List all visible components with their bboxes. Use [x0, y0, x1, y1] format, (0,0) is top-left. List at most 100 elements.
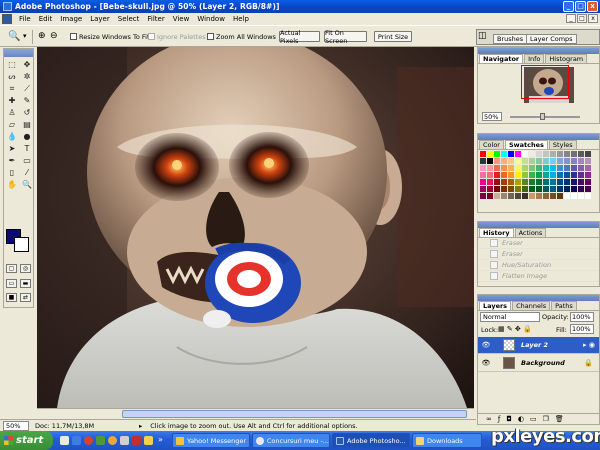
color-swatch[interactable] — [501, 179, 507, 185]
print-size-button[interactable]: Print Size — [374, 31, 412, 42]
firefox-icon[interactable] — [108, 436, 117, 445]
color-swatch[interactable] — [480, 165, 486, 171]
horizontal-scrollbar-thumb[interactable] — [122, 410, 467, 418]
layer-row-background[interactable]: 👁 Background 🔒 — [478, 355, 599, 372]
slice-tool-icon[interactable]: ⟋ — [20, 83, 34, 94]
color-swatch[interactable] — [487, 186, 493, 192]
tab-navigator[interactable]: Navigator — [479, 54, 524, 63]
color-swatch[interactable] — [550, 158, 556, 164]
folder-icon[interactable] — [144, 436, 153, 445]
color-swatch[interactable] — [543, 172, 549, 178]
close-button[interactable]: x — [587, 1, 598, 12]
color-swatch[interactable] — [564, 151, 570, 157]
color-swatch[interactable] — [508, 165, 514, 171]
color-swatch[interactable] — [543, 151, 549, 157]
color-swatch[interactable] — [543, 165, 549, 171]
eraser-tool-icon[interactable]: ▱ — [5, 119, 19, 130]
color-swatch[interactable] — [536, 179, 542, 185]
tab-actions[interactable]: Actions — [514, 228, 547, 237]
quicklaunch-more-icon[interactable]: » — [158, 435, 163, 444]
color-swatch[interactable] — [529, 165, 535, 171]
fit-on-screen-button[interactable]: Fit On Screen — [324, 29, 367, 45]
color-swatch[interactable] — [508, 158, 514, 164]
color-swatch[interactable] — [529, 186, 535, 192]
palette-well-icon[interactable]: ◫ — [478, 30, 487, 43]
color-swatch[interactable] — [585, 193, 591, 199]
color-swatch[interactable] — [515, 172, 521, 178]
color-swatch[interactable] — [564, 186, 570, 192]
doc-maximize-button[interactable]: □ — [577, 14, 587, 23]
color-swatch[interactable] — [494, 186, 500, 192]
ignore-palettes-checkbox[interactable] — [148, 33, 155, 40]
color-swatch[interactable] — [529, 158, 535, 164]
menu-file[interactable]: File — [15, 15, 35, 23]
trash-icon[interactable]: 🗑 — [555, 415, 564, 423]
eye-icon[interactable]: 👁 — [481, 359, 491, 367]
healing-brush-tool-icon[interactable]: ✚ — [5, 95, 19, 106]
eye-icon[interactable]: 👁 — [481, 341, 491, 349]
color-swatch[interactable] — [536, 172, 542, 178]
color-swatch[interactable] — [515, 158, 521, 164]
status-zoom-field[interactable]: 50% — [3, 420, 29, 431]
color-swatch[interactable] — [571, 172, 577, 178]
lock-icons[interactable]: ▦ ✎ ✥ 🔒 — [498, 325, 532, 333]
color-swatch[interactable] — [501, 186, 507, 192]
jump-to-imageready-icon[interactable]: ⇄ — [20, 293, 31, 302]
color-swatch[interactable] — [578, 172, 584, 178]
menu-window[interactable]: Window — [193, 15, 229, 23]
media-icon[interactable] — [96, 436, 105, 445]
color-swatch[interactable] — [564, 172, 570, 178]
color-swatch[interactable] — [571, 186, 577, 192]
menu-view[interactable]: View — [169, 15, 194, 23]
layer-row-layer-2[interactable]: 👁 Layer 2 ▸ ◉ — [478, 337, 599, 354]
color-swatch[interactable] — [529, 172, 535, 178]
color-swatch[interactable] — [529, 193, 535, 199]
taskbar-item-photoshop[interactable]: Adobe Photosho... — [332, 433, 410, 448]
navigator-zoom-field[interactable]: 50% — [482, 112, 502, 121]
menu-image[interactable]: Image — [56, 15, 86, 23]
tab-swatches[interactable]: Swatches — [504, 140, 548, 149]
menu-edit[interactable]: Edit — [35, 15, 57, 23]
menu-filter[interactable]: Filter — [143, 15, 168, 23]
doc-close-button[interactable]: x — [588, 14, 598, 23]
color-swatch[interactable] — [571, 158, 577, 164]
color-swatch[interactable] — [585, 165, 591, 171]
magic-wand-tool-icon[interactable]: ✲ — [20, 71, 34, 82]
navigator-zoom-slider[interactable] — [510, 113, 580, 120]
tool-preset-arrow-icon[interactable]: ▾ — [23, 30, 27, 43]
chrome-icon[interactable] — [120, 436, 129, 445]
screen-mode-full-icon[interactable]: ▬ — [20, 279, 31, 288]
standard-mode-icon[interactable]: ▢ — [6, 264, 17, 273]
blur-tool-icon[interactable]: 💧 — [5, 131, 19, 142]
color-swatch[interactable] — [522, 179, 528, 185]
zoom-all-windows-option[interactable]: Zoom All Windows — [207, 31, 276, 42]
color-swatch[interactable] — [480, 179, 486, 185]
layer-style-icon[interactable]: ▸ ◉ — [583, 341, 595, 349]
navigator-slider-knob[interactable] — [540, 113, 545, 120]
color-swatch[interactable] — [585, 186, 591, 192]
color-swatch[interactable] — [536, 193, 542, 199]
blend-mode-select[interactable]: Normal — [480, 312, 540, 322]
menu-help[interactable]: Help — [229, 15, 253, 23]
color-swatch[interactable] — [571, 193, 577, 199]
tab-paths[interactable]: Paths — [551, 301, 577, 310]
color-swatch[interactable] — [571, 151, 577, 157]
menu-layer[interactable]: Layer — [86, 15, 114, 23]
color-swatch[interactable] — [557, 151, 563, 157]
zoom-tool-box-icon[interactable]: 🔍 — [20, 179, 34, 190]
doc-minimize-button[interactable]: _ — [566, 14, 576, 23]
color-swatch[interactable] — [494, 165, 500, 171]
document-icon[interactable] — [2, 14, 12, 24]
color-swatch[interactable] — [543, 193, 549, 199]
color-swatch[interactable] — [557, 158, 563, 164]
gradient-tool-icon[interactable]: ▤ — [20, 119, 34, 130]
color-swatch[interactable] — [487, 172, 493, 178]
color-swatch[interactable] — [480, 158, 486, 164]
color-swatch[interactable] — [522, 165, 528, 171]
color-swatch[interactable] — [543, 186, 549, 192]
tab-channels[interactable]: Channels — [512, 301, 551, 310]
color-swatch[interactable] — [557, 165, 563, 171]
color-swatch[interactable] — [536, 158, 542, 164]
color-swatch[interactable] — [585, 172, 591, 178]
zoom-out-icon[interactable]: ⊖ — [50, 30, 58, 43]
